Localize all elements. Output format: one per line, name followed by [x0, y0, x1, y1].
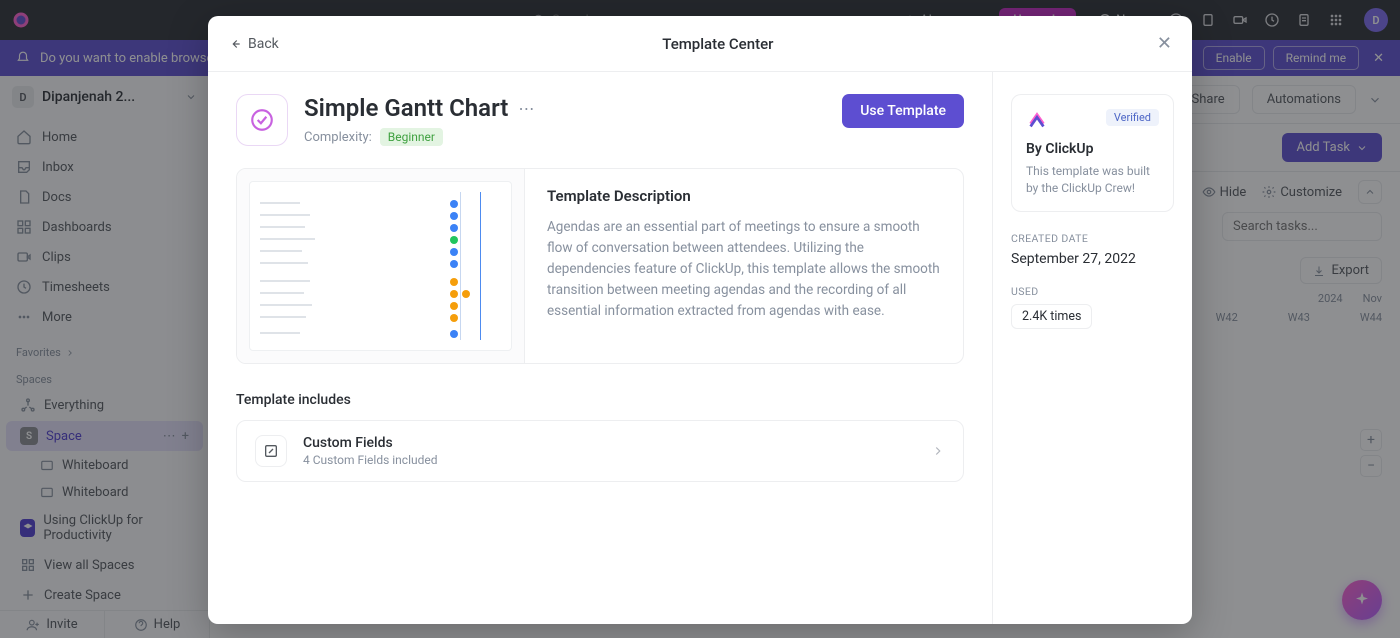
include-subtitle: 4 Custom Fields included — [303, 453, 438, 467]
verified-badge: Verified — [1106, 109, 1159, 126]
edit-square-icon — [263, 443, 279, 459]
include-custom-fields[interactable]: Custom Fields 4 Custom Fields included — [236, 420, 964, 482]
arrow-left-icon — [228, 37, 242, 51]
use-template-button[interactable]: Use Template — [842, 94, 964, 128]
template-center-modal: Back Template Center ✕ Simple Gantt Char… — [208, 16, 1192, 624]
modal-header: Back Template Center ✕ — [208, 16, 1192, 72]
modal-overlay[interactable]: Back Template Center ✕ Simple Gantt Char… — [0, 0, 1400, 638]
used-value: 2.4K times — [1011, 304, 1092, 329]
modal-title: Template Center — [279, 35, 1157, 53]
back-button[interactable]: Back — [228, 36, 279, 52]
created-date-label: CREATED DATE — [1011, 232, 1174, 245]
template-type-icon — [236, 94, 288, 146]
clickup-logo-icon — [1026, 109, 1048, 131]
complexity-badge: Beginner — [380, 128, 443, 146]
description-heading: Template Description — [547, 187, 941, 205]
back-label: Back — [248, 36, 279, 52]
description-body: Agendas are an essential part of meeting… — [547, 217, 941, 322]
template-name: Simple Gantt Chart — [304, 94, 508, 122]
description-card: Template Description Agendas are an esse… — [236, 168, 964, 364]
includes-heading: Template includes — [236, 392, 964, 408]
used-label: USED — [1011, 285, 1174, 298]
custom-fields-icon — [255, 435, 287, 467]
modal-sidebar: Verified By ClickUp This template was bu… — [992, 72, 1192, 624]
author-name: By ClickUp — [1026, 141, 1159, 157]
author-blurb: This template was built by the ClickUp C… — [1026, 163, 1159, 197]
author-card: Verified By ClickUp This template was bu… — [1011, 94, 1174, 212]
template-more-button[interactable]: ⋯ — [518, 99, 534, 118]
created-date-value: September 27, 2022 — [1011, 251, 1174, 267]
chevron-right-icon — [931, 444, 945, 458]
template-preview-thumb — [237, 169, 525, 363]
include-title: Custom Fields — [303, 435, 438, 451]
check-circle-icon — [249, 107, 275, 133]
close-button[interactable]: ✕ — [1157, 33, 1172, 54]
complexity-label: Complexity: — [304, 130, 372, 145]
